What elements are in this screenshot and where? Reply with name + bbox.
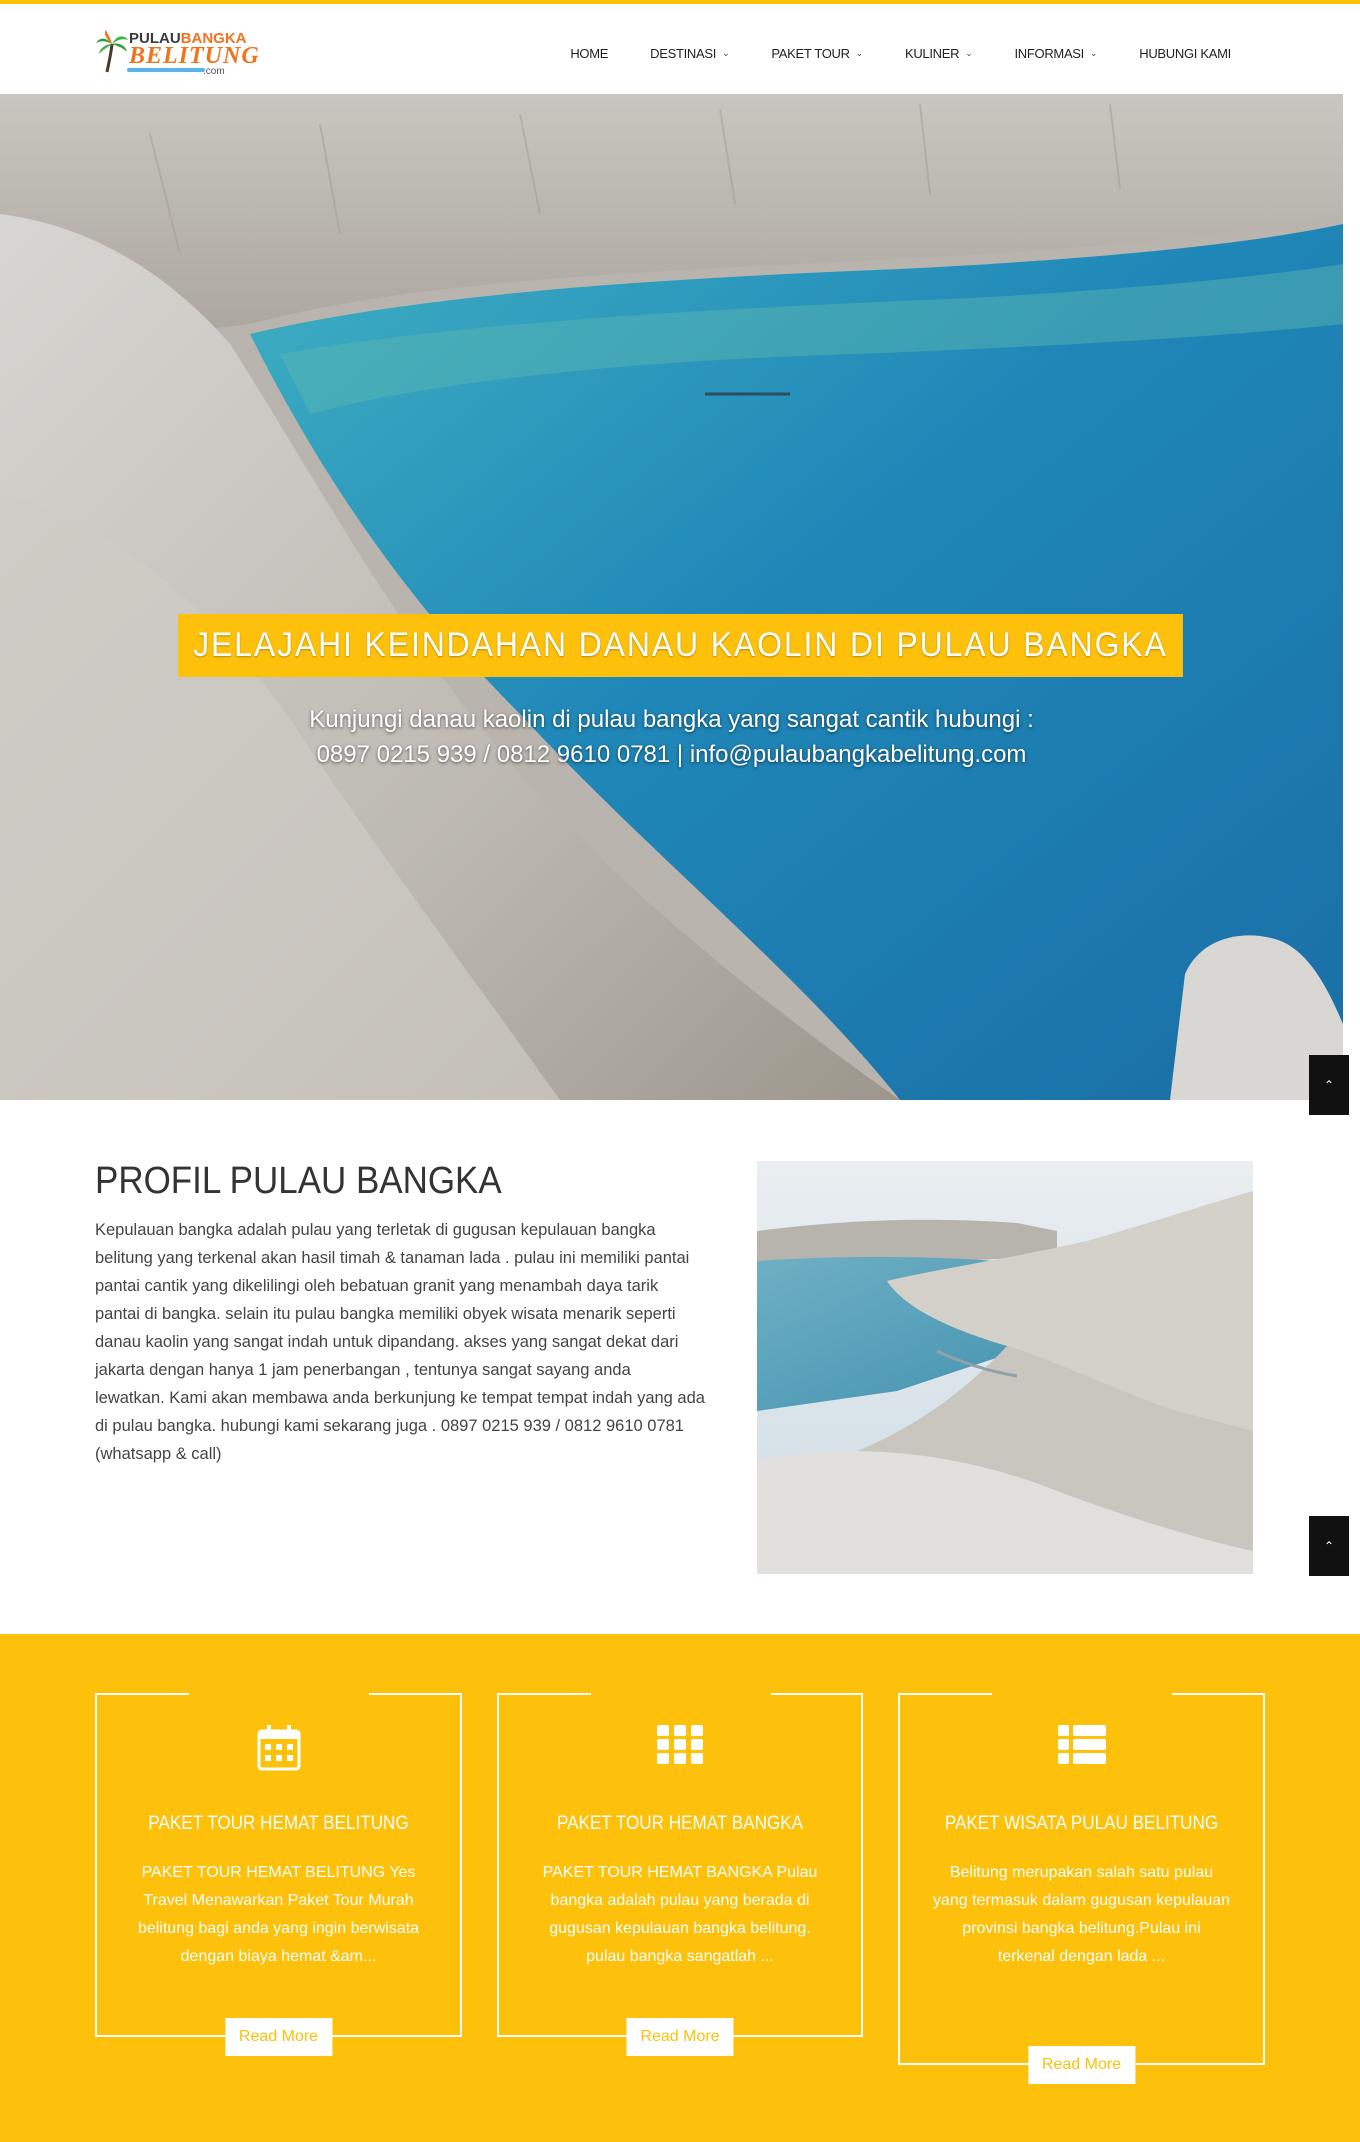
package-card-title: PAKET TOUR HEMAT BELITUNG [148,1813,409,1834]
package-card: PAKET TOUR HEMAT BELITUNG PAKET TOUR HEM… [95,1692,462,2056]
chevron-down-icon: ⌄ [722,47,730,58]
chevron-down-icon: ⌄ [855,47,864,58]
hero-subtitle-line2: 0897 0215 939 / 0812 9610 0781 | info@pu… [316,741,1027,768]
list-icon [1057,1725,1106,1764]
grid-icon [657,1725,703,1764]
chevron-up-icon: ⌃ [1323,1078,1335,1092]
profile-image [757,1161,1253,1574]
main-nav: HOME DESTINASI ⌄ PAKET TOUR ⌄ KULINER ⌄ INF… [549,8,1252,98]
package-card-title: PAKET WISATA PULAU BELITUNG [944,1813,1219,1834]
nav-paket-tour[interactable]: PAKET TOUR ⌄ [750,46,884,61]
profile-text: Kepulauan bangka adalah pulau yang terle… [95,1221,705,1463]
site-logo[interactable]: PULAUBANGKA BELITUNG .com [95,28,259,78]
read-more-button[interactable]: Read More [1027,2046,1136,2084]
read-more-button[interactable]: Read More [224,2018,333,2056]
package-card-text: PAKET TOUR HEMAT BANGKA Pulau bangka ada… [542,1864,818,1965]
package-card-title: PAKET TOUR HEMAT BANGKA [556,1813,804,1834]
chevron-down-icon: ⌄ [1090,47,1098,58]
package-card: PAKET TOUR HEMAT BANGKA PAKET TOUR HEMAT… [497,1692,863,2056]
chevron-down-icon: ⌄ [965,47,973,58]
package-card: PAKET WISATA PULAU BELITUNG Belitung mer… [898,1692,1265,2084]
hero-subtitle: Kunjungi danau kaolin di pulau bangka ya… [0,702,1343,772]
nav-home[interactable]: HOME [549,46,629,61]
palm-tree-icon [96,30,128,73]
package-card-text: Belitung merupakan salah satu pulau yang… [932,1864,1231,1965]
site-header: PULAUBANGKA BELITUNG .com HOME DESTINASI… [0,4,1360,94]
nav-informasi[interactable]: INFORMASI ⌄ [993,46,1118,61]
tour-packages-section: PAKET TOUR HEMAT BELITUNG PAKET TOUR HEM… [0,1634,1360,2142]
logo-wave [127,68,205,72]
profile-title: PROFIL PULAU BANGKA [95,1160,502,1202]
scroll-top-button[interactable]: ⌃ [1309,1516,1349,1576]
hero-subtitle-line1: Kunjungi danau kaolin di pulau bangka ya… [309,706,1034,733]
hero-banner: JELAJAHI KEINDAHAN DANAU KAOLIN DI PULAU… [0,94,1343,1100]
hero-title: JELAJAHI KEINDAHAN DANAU KAOLIN DI PULAU… [177,614,1183,677]
logo-line2: BELITUNG [129,43,260,69]
chevron-up-icon: ⌃ [1323,1539,1335,1553]
nav-hubungi-kami[interactable]: HUBUNGI KAMI [1118,46,1252,61]
scroll-top-button[interactable]: ⌃ [1309,1055,1349,1115]
nav-kuliner[interactable]: KULINER ⌄ [884,46,994,61]
hero-lake-image [0,94,1343,1100]
calendar-icon [257,1725,300,1771]
package-card-text: PAKET TOUR HEMAT BELITUNG Yes Travel Men… [137,1864,420,1965]
nav-destinasi[interactable]: DESTINASI ⌄ [629,46,750,61]
logo-suffix: .com [203,66,225,77]
read-more-button[interactable]: Read More [626,2018,734,2056]
